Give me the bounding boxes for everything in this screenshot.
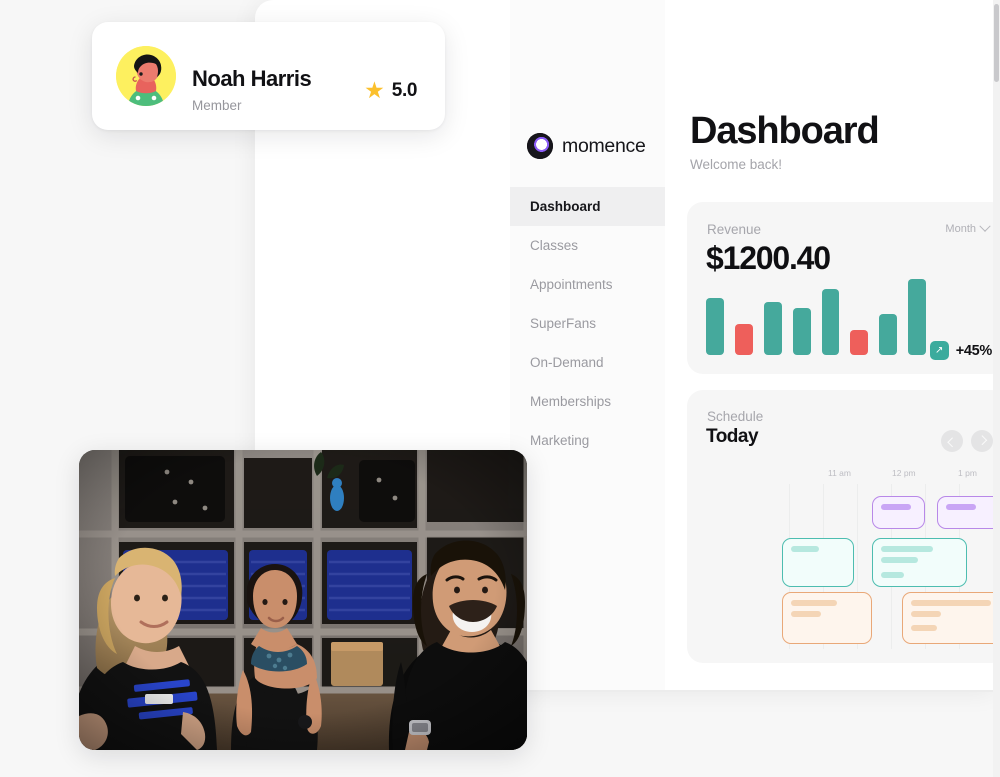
profile-role: Member	[192, 98, 242, 113]
bar	[792, 308, 811, 355]
sidebar-item-memberships[interactable]: Memberships	[510, 382, 665, 421]
revenue-period-value: Month	[945, 223, 976, 235]
avatar-illustration	[116, 46, 176, 106]
schedule-event[interactable]	[782, 538, 854, 587]
sidebar-item-classes[interactable]: Classes	[510, 226, 665, 265]
event-line	[911, 611, 941, 617]
profile-rating-value: 5.0	[391, 79, 418, 101]
schedule-day: Today	[706, 426, 759, 447]
bar	[763, 302, 782, 355]
revenue-delta-value: +45%	[955, 342, 993, 359]
bar	[706, 298, 724, 355]
studio-photo	[79, 450, 527, 750]
event-line	[946, 504, 976, 510]
schedule-prev-button[interactable]	[941, 430, 963, 452]
event-line	[881, 504, 911, 510]
schedule-event[interactable]	[782, 592, 872, 644]
event-line	[881, 546, 933, 552]
schedule-label: Schedule	[707, 409, 764, 424]
profile-name: Noah Harris	[192, 66, 312, 91]
arrow-up-right-icon: ↗	[929, 341, 949, 360]
event-line	[881, 557, 918, 563]
brand-logo[interactable]: momence	[527, 133, 646, 159]
bar	[908, 278, 926, 355]
sidebar-item-dashboard[interactable]: Dashboard	[510, 187, 665, 226]
chevron-right-icon	[977, 434, 987, 445]
member-profile-card[interactable]: Noah Harris Member ★ 5.0	[92, 22, 445, 130]
time-label: 1 pm	[958, 468, 977, 478]
star-icon: ★	[364, 77, 385, 103]
event-line	[791, 611, 821, 617]
revenue-delta: ↗ +45%	[929, 341, 993, 360]
momence-logo-icon	[527, 133, 553, 159]
schedule-event[interactable]	[937, 496, 995, 529]
schedule-event[interactable]	[872, 496, 925, 529]
sidebar-item-label: Classes	[530, 238, 579, 253]
event-line	[911, 625, 937, 631]
bar	[850, 329, 869, 355]
time-label: 11 am	[828, 468, 851, 478]
sidebar-item-label: Marketing	[530, 433, 590, 448]
schedule-nav	[941, 430, 993, 452]
studio-photo-card[interactable]	[79, 450, 527, 750]
revenue-period-select[interactable]: Month	[945, 220, 991, 235]
event-line	[911, 600, 991, 606]
sidebar-item-appointments[interactable]: Appointments	[510, 265, 665, 304]
page-subtitle: Welcome back!	[690, 157, 783, 172]
avatar	[116, 46, 176, 106]
bar	[734, 323, 753, 355]
revenue-value: $1200.40	[706, 240, 831, 276]
sidebar-item-superfans[interactable]: SuperFans	[510, 304, 665, 343]
event-line	[791, 546, 819, 552]
main-content: Dashboard Welcome back! Revenue Month $1…	[665, 0, 995, 690]
bar	[821, 288, 840, 355]
schedule-card: Schedule Today 11 am 12 pm 1 pm	[687, 390, 995, 663]
schedule-timeline: 11 am 12 pm 1 pm	[687, 468, 995, 663]
revenue-bar-chart	[706, 277, 926, 355]
schedule-next-button[interactable]	[971, 430, 993, 452]
event-line	[881, 572, 904, 578]
chevron-left-icon	[947, 437, 957, 448]
bar	[879, 314, 898, 355]
time-label: 12 pm	[892, 468, 916, 478]
event-line	[791, 600, 837, 606]
sidebar-item-label: Memberships	[530, 394, 612, 409]
brand-name: momence	[562, 134, 646, 157]
sidebar-nav: Dashboard Classes Appointments SuperFans…	[510, 187, 665, 460]
sidebar: momence Dashboard Classes Appointments S…	[510, 0, 666, 690]
sidebar-item-label: SuperFans	[530, 316, 597, 331]
page-scrollbar[interactable]	[993, 0, 1000, 777]
schedule-event[interactable]	[872, 538, 967, 587]
revenue-card: Revenue Month $1200.40 ↗ +45%	[687, 202, 995, 374]
scrollbar-thumb[interactable]	[994, 4, 999, 82]
sidebar-item-label: Dashboard	[530, 199, 601, 214]
page-title: Dashboard	[690, 110, 880, 152]
schedule-event[interactable]	[902, 592, 995, 644]
sidebar-item-label: On-Demand	[530, 355, 604, 370]
revenue-label: Revenue	[707, 222, 762, 237]
chevron-down-icon	[979, 220, 991, 232]
sidebar-item-on-demand[interactable]: On-Demand	[510, 343, 665, 382]
sidebar-item-marketing[interactable]: Marketing	[510, 421, 665, 460]
profile-rating: ★ 5.0	[364, 79, 417, 102]
sidebar-item-label: Appointments	[530, 277, 613, 292]
